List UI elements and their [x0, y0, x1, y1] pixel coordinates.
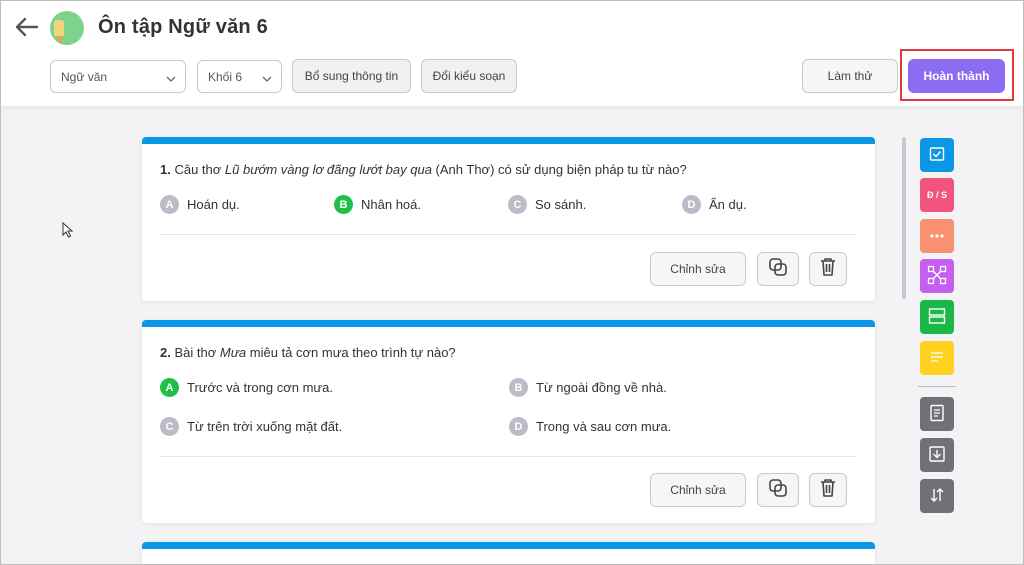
try-button[interactable]: Làm thử [802, 59, 898, 93]
add-info-button[interactable]: Bổ sung thông tin [292, 59, 411, 93]
multiple-choice-tool[interactable] [920, 138, 954, 172]
divider [160, 456, 857, 457]
question-text: 2. Bài thơ Mưa miêu tả cơn mưa theo trìn… [160, 345, 456, 360]
true-false-label: Đ / S [926, 190, 947, 200]
option-c[interactable]: C Từ trên trời xuống mặt đất. [160, 417, 342, 436]
grade-select[interactable]: Khối 6 [197, 60, 282, 93]
sort-arrows-icon [928, 486, 946, 506]
option-d[interactable]: D Ẩn dụ. [682, 195, 747, 214]
document-tool[interactable] [920, 397, 954, 431]
delete-button[interactable] [809, 473, 847, 507]
option-d[interactable]: D Trong và sau cơn mưa. [509, 417, 671, 436]
change-type-button[interactable]: Đổi kiểu soạn [421, 59, 517, 93]
subject-select[interactable]: Ngữ văn [50, 60, 186, 93]
option-a[interactable]: A Hoán dụ. [160, 195, 240, 214]
option-a[interactable]: A Trước và trong cơn mưa. [160, 378, 333, 397]
avatar [50, 11, 84, 45]
scrollbar[interactable] [902, 137, 906, 299]
download-icon [928, 445, 946, 465]
grouping-tool[interactable] [920, 300, 954, 334]
true-false-tool[interactable]: Đ / S [920, 178, 954, 212]
checkbox-icon [929, 146, 945, 164]
option-c[interactable]: C So sánh. [508, 195, 586, 214]
dots-icon [929, 231, 945, 241]
question-card-3 [142, 542, 875, 565]
question-card-2: 2. Bài thơ Mưa miêu tả cơn mưa theo trìn… [142, 320, 875, 523]
divider [160, 234, 857, 235]
essay-tool[interactable] [920, 341, 954, 375]
highlight-box [900, 49, 1014, 101]
document-icon [929, 404, 945, 424]
card-topbar [142, 137, 875, 144]
fill-blank-tool[interactable] [920, 219, 954, 253]
edit-button[interactable]: Chỉnh sửa [650, 252, 746, 286]
question-card-1: 1. Câu thơ Lũ bướm vàng lơ đãng lướt bay… [142, 137, 875, 301]
lines-icon [929, 351, 945, 365]
duplicate-button[interactable] [757, 473, 799, 507]
trash-icon [819, 257, 837, 282]
rail-divider [918, 386, 956, 387]
option-b[interactable]: B Từ ngoài đồng về nhà. [509, 378, 667, 397]
chevron-down-icon [262, 72, 272, 86]
matching-icon [927, 265, 947, 287]
duplicate-icon [768, 478, 788, 503]
subject-select-value: Ngữ văn [61, 69, 108, 84]
duplicate-icon [768, 257, 788, 282]
top-header: Ôn tập Ngữ văn 6 Ngữ văn Khối 6 Bổ sung … [0, 0, 1024, 106]
mouse-cursor-icon [62, 221, 74, 243]
back-arrow-icon[interactable] [14, 14, 40, 40]
trash-icon [819, 478, 837, 503]
import-tool[interactable] [920, 438, 954, 472]
edit-button[interactable]: Chỉnh sửa [650, 473, 746, 507]
reorder-tool[interactable] [920, 479, 954, 513]
card-topbar [142, 320, 875, 327]
rows-icon [928, 307, 946, 327]
delete-button[interactable] [809, 252, 847, 286]
card-topbar [142, 542, 875, 549]
question-text: 1. Câu thơ Lũ bướm vàng lơ đãng lướt bay… [160, 162, 687, 177]
page-title: Ôn tập Ngữ văn 6 [98, 16, 268, 38]
duplicate-button[interactable] [757, 252, 799, 286]
option-b[interactable]: B Nhân hoá. [334, 195, 421, 214]
grade-select-value: Khối 6 [208, 69, 243, 84]
chevron-down-icon [166, 72, 176, 86]
matching-tool[interactable] [920, 259, 954, 293]
